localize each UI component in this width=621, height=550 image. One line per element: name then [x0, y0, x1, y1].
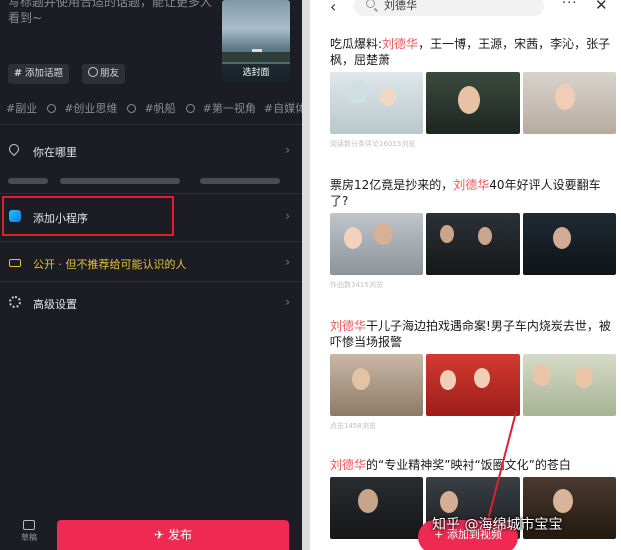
- chevron-right-icon: ›: [285, 209, 290, 223]
- tag-item[interactable]: #自媒体: [264, 102, 302, 115]
- cover-picker[interactable]: 选封面: [222, 0, 290, 82]
- draft-button[interactable]: 草稿: [14, 520, 44, 543]
- chevron-right-icon: ›: [285, 255, 290, 269]
- tag-item[interactable]: #帆船: [144, 102, 175, 115]
- tag-item[interactable]: #第一视角: [203, 102, 256, 115]
- watermark: 知乎 @海绵城市宝宝: [432, 517, 563, 533]
- publish-label: 发布: [167, 528, 192, 542]
- clock-icon: [185, 104, 195, 113]
- cover-label: 选封面: [222, 64, 290, 82]
- divider: [0, 193, 302, 194]
- at-icon: [88, 67, 98, 77]
- advanced-settings-row[interactable]: 高级设置 ›: [0, 288, 302, 318]
- location-suggestion[interactable]: [60, 178, 180, 184]
- privacy-row[interactable]: 公开 · 但不推荐给可能认识的人 ›: [0, 248, 302, 278]
- description-hint: 写标题并使用合适的话题，能让更多人看到~: [8, 0, 213, 25]
- mention-friend-button[interactable]: 朋友: [82, 64, 126, 84]
- annotation-highlight-box: [2, 196, 174, 236]
- mention-friend-label: 朋友: [100, 68, 120, 79]
- gear-icon: [9, 296, 21, 308]
- advanced-settings-label: 高级设置: [33, 298, 77, 311]
- add-topic-label: 添加话题: [24, 68, 63, 79]
- location-pin-icon: [6, 141, 22, 157]
- tag-item[interactable]: #创业思维: [64, 102, 117, 115]
- chevron-right-icon: ›: [285, 295, 290, 309]
- publish-button[interactable]: ✈ 发布: [57, 520, 289, 550]
- privacy-label: 公开 · 但不推荐给可能认识的人: [33, 258, 187, 271]
- draft-icon: [23, 520, 35, 530]
- chevron-right-icon: ›: [285, 143, 290, 157]
- publish-panel: 写标题并使用合适的话题，能让更多人看到~ 选封面 # 添加话题 朋友 #副业 #创业…: [0, 0, 302, 550]
- location-label: 你在哪里: [33, 146, 77, 159]
- hashtag-icon: #: [14, 68, 22, 79]
- search-results-panel: ‹ 刘德华 ··· ✕ 吃瓜爆料:刘德华，王一博，王源，宋茜，李沁，张子枫，屈楚…: [310, 0, 621, 550]
- clock-icon: [47, 104, 57, 113]
- lock-icon: [9, 259, 21, 267]
- panel-separator: [302, 0, 310, 550]
- divider: [0, 281, 302, 282]
- add-topic-button[interactable]: # 添加话题: [8, 64, 69, 84]
- location-suggestion[interactable]: [200, 178, 280, 184]
- tag-item[interactable]: #副业: [6, 102, 37, 115]
- suggested-tags: #副业 #创业思维 #帆船 #第一视角 #自媒体: [6, 100, 302, 116]
- location-row[interactable]: 你在哪里 ›: [0, 136, 302, 166]
- cover-thumbnail-boat: [252, 49, 262, 52]
- location-suggestion[interactable]: [8, 178, 48, 184]
- divider: [0, 124, 302, 125]
- divider: [0, 241, 302, 242]
- cover-thumbnail-shore: [222, 52, 290, 62]
- clock-icon: [127, 104, 137, 113]
- send-icon: ✈: [154, 528, 165, 542]
- annotation-arrow: [487, 411, 517, 521]
- draft-label: 草稿: [21, 533, 37, 542]
